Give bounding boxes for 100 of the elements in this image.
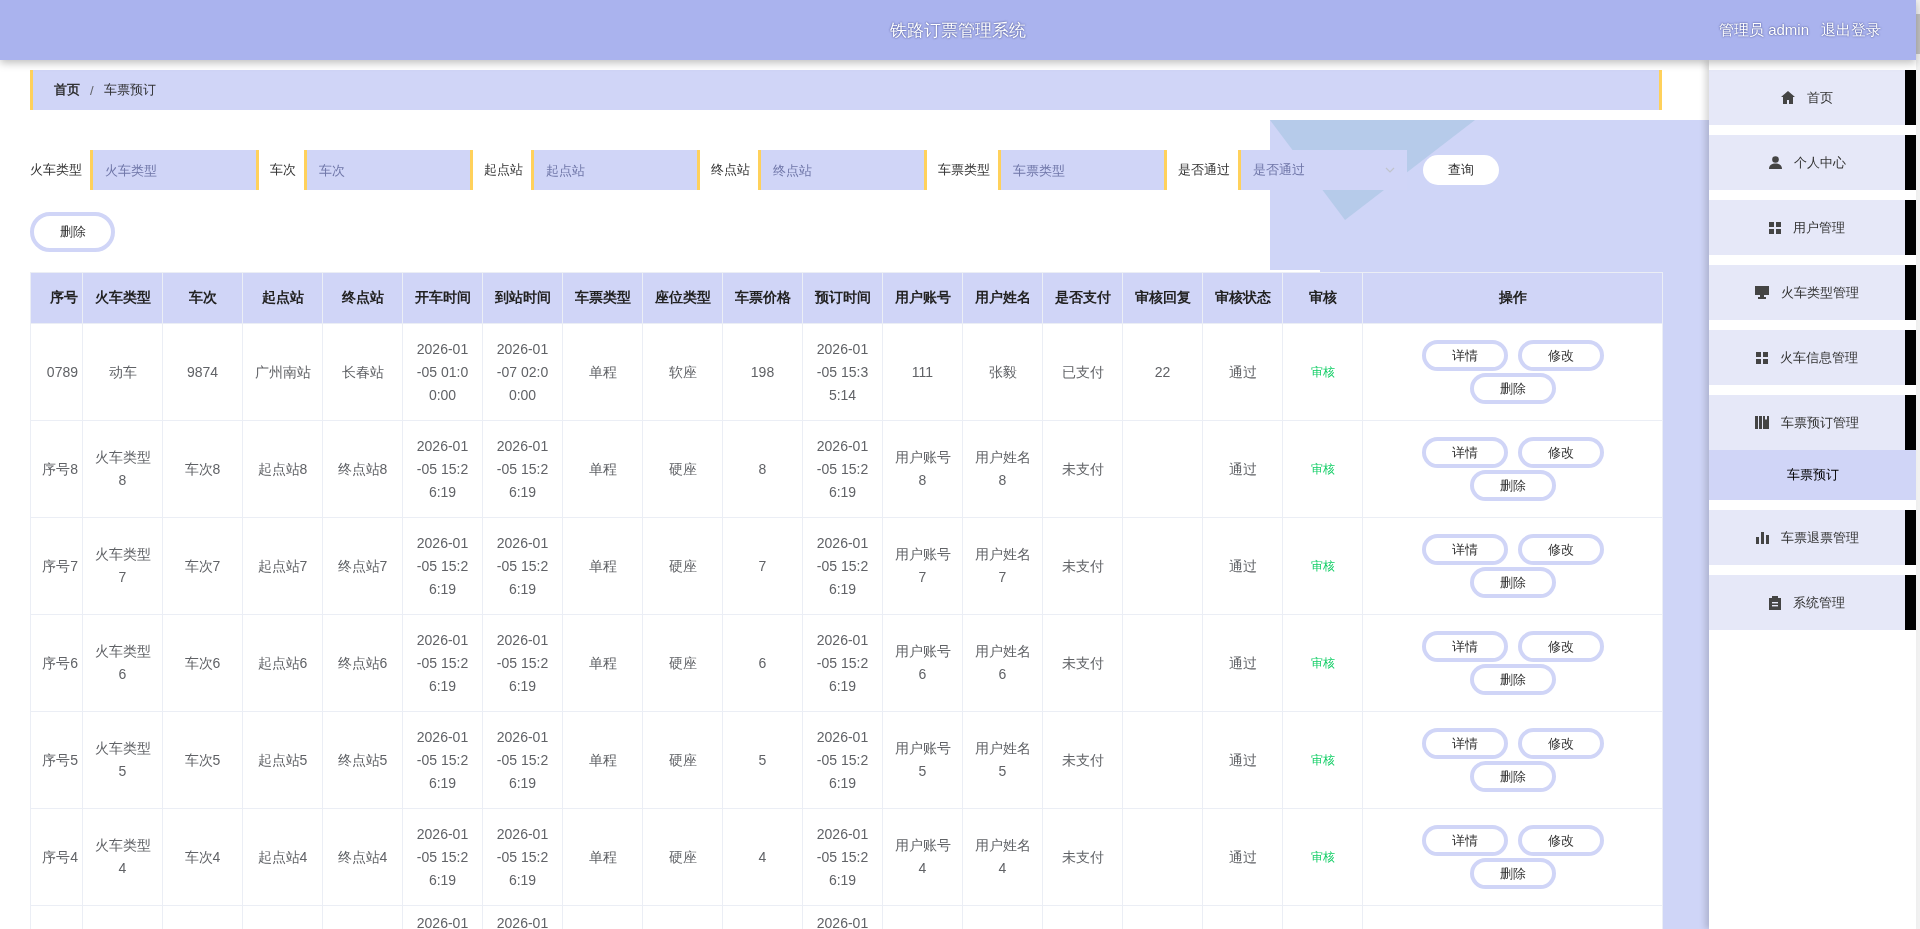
sidebar-item[interactable]: 车票退票管理 <box>1709 510 1916 565</box>
filter-label: 车次 <box>270 161 296 179</box>
column-header: 车票类型 <box>562 272 643 324</box>
table-cell: 2026-01-05 15:35:14 <box>802 323 883 421</box>
table-cell: 广州南站 <box>242 323 323 421</box>
column-header: 是否支付 <box>1042 272 1123 324</box>
sidebar-item[interactable]: 火车信息管理 <box>1709 330 1916 385</box>
edit-button[interactable]: 修改 <box>1517 631 1604 662</box>
search-button[interactable]: 查询 <box>1423 155 1499 185</box>
scrollbar[interactable] <box>1916 0 1920 929</box>
table-cell: 起点站5 <box>242 711 323 809</box>
delete-button[interactable]: 删除 <box>1469 567 1556 598</box>
table-cell: 火车类型4 <box>82 808 163 906</box>
edit-button[interactable]: 修改 <box>1517 825 1604 856</box>
table-cell: 2026-01-05 15:26:19 <box>402 420 483 518</box>
delete-button[interactable]: 删除 <box>1469 470 1556 501</box>
edit-button[interactable]: 修改 <box>1517 534 1604 565</box>
table-cell: 终点站5 <box>322 711 403 809</box>
column-header: 车票价格 <box>722 272 803 324</box>
table-cell: 2026-01-05 15:26:19 <box>482 808 563 906</box>
filter-label: 起点站 <box>484 161 523 179</box>
grid-icon <box>1769 221 1781 234</box>
breadcrumb-separator: / <box>90 82 94 98</box>
delete-button[interactable]: 删除 <box>1469 373 1556 404</box>
details-button[interactable]: 详情 <box>1421 534 1508 565</box>
table-cell: 序号4 <box>30 808 83 906</box>
table-cell: 2026-01-05 15:26:19 <box>402 517 483 615</box>
table-cell: 用户账号8 <box>882 420 963 518</box>
filter-input[interactable]: 火车类型 <box>90 150 259 190</box>
table-cell: 车次6 <box>162 614 243 712</box>
table-cell: 2026-01 <box>496 915 549 929</box>
details-button[interactable]: 详情 <box>1421 728 1508 759</box>
column-header: 终点站 <box>322 272 403 324</box>
filter-input[interactable]: 起点站 <box>531 150 700 190</box>
details-button[interactable]: 详情 <box>1421 825 1508 856</box>
table-cell: 火车类型5 <box>82 711 163 809</box>
table-cell: 6 <box>722 614 803 712</box>
table-cell: 2026-01-05 15:26:19 <box>802 420 883 518</box>
table-cell: 动车 <box>82 323 163 421</box>
filter-label: 车票类型 <box>938 161 990 179</box>
delete-button[interactable]: 删除 <box>1469 664 1556 695</box>
table-cell: 单程 <box>562 808 643 906</box>
table-cell: 终点站8 <box>322 420 403 518</box>
table-cell: 硬座 <box>642 517 723 615</box>
column-header: 到站时间 <box>482 272 563 324</box>
table-cell: 序号5 <box>30 711 83 809</box>
details-button[interactable]: 详情 <box>1421 340 1508 371</box>
column-header: 用户姓名 <box>962 272 1043 324</box>
delete-button[interactable]: 删除 <box>30 212 115 252</box>
table-cell: 111 <box>882 323 963 421</box>
table-cell: 通过 <box>1202 420 1283 518</box>
table-cell: 硬座 <box>642 614 723 712</box>
table-cell: 用户账号4 <box>882 808 963 906</box>
table-cell: 未支付 <box>1042 711 1123 809</box>
table-cell: 2026-01 <box>816 915 869 929</box>
table-cell: 用户姓名7 <box>962 517 1043 615</box>
table-cell: 终点站7 <box>322 517 403 615</box>
table-cell: 198 <box>722 323 803 421</box>
sidebar-item[interactable]: 车票预订管理 <box>1709 395 1916 450</box>
column-header: 开车时间 <box>402 272 483 324</box>
filter-input[interactable]: 车票类型 <box>998 150 1167 190</box>
grid-icon <box>1756 351 1768 364</box>
sidebar-item[interactable]: 个人中心 <box>1709 135 1916 190</box>
table-cell: 4 <box>722 808 803 906</box>
column-header: 序号 <box>30 272 83 324</box>
column-header: 操作 <box>1362 272 1663 324</box>
table-cell: 用户姓名8 <box>962 420 1043 518</box>
delete-button[interactable]: 删除 <box>1469 761 1556 792</box>
table-cell: 张毅 <box>962 323 1043 421</box>
table-cell: 通过 <box>1202 517 1283 615</box>
table-cell: 8 <box>722 420 803 518</box>
table-cell: 2026-01-05 15:26:19 <box>482 420 563 518</box>
user-label: 管理员 admin <box>1718 20 1809 40</box>
filter-input[interactable]: 终点站 <box>758 150 927 190</box>
monitor-icon <box>1755 286 1769 299</box>
sidebar-item[interactable]: 火车类型管理 <box>1709 265 1916 320</box>
sidebar-item[interactable]: 首页 <box>1709 70 1916 125</box>
table-cell: 2026-01-05 15:26:19 <box>402 711 483 809</box>
column-header: 审核状态 <box>1202 272 1283 324</box>
table-cell: 未支付 <box>1042 517 1123 615</box>
breadcrumb-link[interactable]: 首页 <box>54 81 80 99</box>
sidebar-item[interactable]: 车票预订 <box>1709 450 1916 500</box>
edit-button[interactable]: 修改 <box>1517 728 1604 759</box>
filter-input[interactable]: 车次 <box>304 150 473 190</box>
edit-button[interactable]: 修改 <box>1517 340 1604 371</box>
sidebar-item[interactable]: 系统管理 <box>1709 575 1916 630</box>
table-cell: 2026-01-05 15:26:19 <box>802 517 883 615</box>
details-button[interactable]: 详情 <box>1421 437 1508 468</box>
filter-label: 终点站 <box>711 161 750 179</box>
delete-button[interactable]: 删除 <box>1469 858 1556 889</box>
table-cell: 车次5 <box>162 711 243 809</box>
table-cell: 通过 <box>1202 808 1283 906</box>
table-cell: 未支付 <box>1042 420 1123 518</box>
table-cell: 2026-01-05 15:26:19 <box>802 808 883 906</box>
table-cell: 2026-01-05 15:26:19 <box>482 711 563 809</box>
sidebar-item[interactable]: 用户管理 <box>1709 200 1916 255</box>
edit-button[interactable]: 修改 <box>1517 437 1604 468</box>
table-cell: 2026-01-05 01:00:00 <box>402 323 483 421</box>
details-button[interactable]: 详情 <box>1421 631 1508 662</box>
column-header: 审核 <box>1282 272 1363 324</box>
